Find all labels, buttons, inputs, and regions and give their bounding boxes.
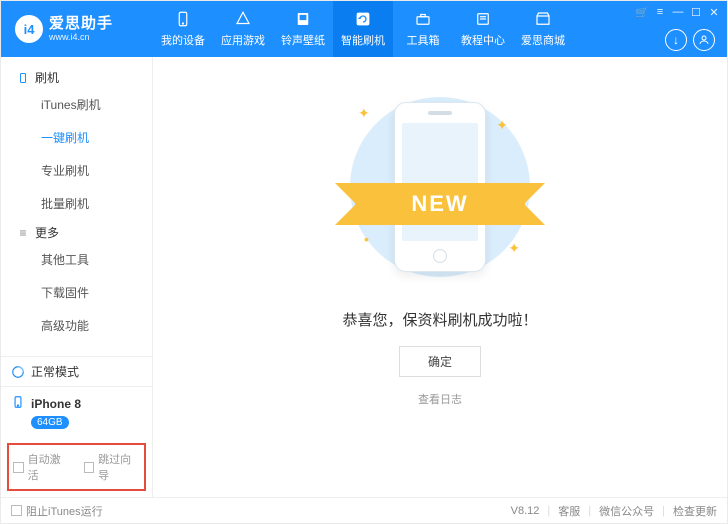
- nav-apps[interactable]: 应用游戏: [213, 1, 273, 57]
- checkbox-label: 跳过向导: [98, 451, 140, 483]
- nav-shop[interactable]: 爱思商城: [513, 1, 573, 57]
- flash-icon: [354, 10, 372, 28]
- checkbox-icon: [13, 462, 24, 473]
- brand: i4 爱思助手 www.i4.cn: [1, 1, 153, 57]
- nav-label: 铃声壁纸: [281, 32, 325, 48]
- check-update-link[interactable]: 检查更新: [673, 503, 717, 519]
- brand-url: www.i4.cn: [49, 32, 113, 42]
- sparkle-icon: ✦: [358, 105, 370, 122]
- device-mode[interactable]: 正常模式: [1, 356, 152, 386]
- footer: 阻止iTunes运行 V8.12 | 客服 | 微信公众号 | 检查更新: [1, 497, 727, 523]
- checkbox-icon: [11, 505, 22, 516]
- success-message: 恭喜您，保资料刷机成功啦！: [342, 309, 537, 330]
- nav-tutorial[interactable]: 教程中心: [453, 1, 513, 57]
- sidebar-item-download-fw[interactable]: 下载固件: [1, 276, 152, 309]
- ok-button[interactable]: 确定: [399, 346, 481, 377]
- nav-flash[interactable]: 智能刷机: [333, 1, 393, 57]
- toolbox-icon: [414, 10, 432, 28]
- nav-label: 我的设备: [161, 32, 205, 48]
- apps-icon: [234, 10, 252, 28]
- media-icon: [294, 10, 312, 28]
- nav-toolbox[interactable]: 工具箱: [393, 1, 453, 57]
- sparkle-icon: •: [364, 231, 369, 247]
- download-button[interactable]: ↓: [665, 29, 687, 51]
- main-content: ✦ ✦ ✦ • NEW 恭喜您，保资料刷机成功啦！ 确定 查看日志: [153, 57, 727, 497]
- sidebar-item-pro-flash[interactable]: 专业刷机: [1, 154, 152, 187]
- new-ribbon: NEW: [355, 183, 525, 225]
- nav-media[interactable]: 铃声壁纸: [273, 1, 333, 57]
- sparkle-icon: ✦: [508, 240, 520, 257]
- version-text: V8.12: [511, 505, 540, 517]
- sidebar: 刷机 iTunes刷机 一键刷机 专业刷机 批量刷机 ≡ 更多 其他工具 下载固…: [1, 57, 153, 497]
- doc-icon: [474, 10, 492, 28]
- nav-my-device[interactable]: 我的设备: [153, 1, 213, 57]
- nav-label: 智能刷机: [341, 32, 385, 48]
- nav-label: 爱思商城: [521, 32, 565, 48]
- sidebar-group-more: ≡ 更多: [1, 220, 152, 243]
- wechat-link[interactable]: 微信公众号: [599, 503, 654, 519]
- checkbox-label: 自动激活: [28, 451, 70, 483]
- menu-icon[interactable]: ≡: [653, 5, 667, 19]
- sidebar-item-advanced[interactable]: 高级功能: [1, 309, 152, 342]
- maximize-button[interactable]: ☐: [689, 5, 703, 19]
- support-link[interactable]: 客服: [558, 503, 580, 519]
- sidebar-item-batch-flash[interactable]: 批量刷机: [1, 187, 152, 220]
- group-title: 更多: [35, 224, 59, 241]
- minimize-button[interactable]: —: [671, 5, 685, 19]
- shop-icon: [534, 10, 552, 28]
- sidebar-item-onekey-flash[interactable]: 一键刷机: [1, 121, 152, 154]
- close-button[interactable]: ✕: [707, 5, 721, 19]
- sparkle-icon: ✦: [496, 117, 508, 134]
- storage-badge: 64GB: [31, 416, 69, 429]
- nav-label: 教程中心: [461, 32, 505, 48]
- phone-icon: [17, 72, 29, 84]
- sidebar-item-other-tools[interactable]: 其他工具: [1, 243, 152, 276]
- sidebar-group-flash: 刷机: [1, 65, 152, 88]
- auto-activate-checkbox[interactable]: 自动激活: [13, 451, 70, 483]
- view-log-link[interactable]: 查看日志: [418, 391, 462, 407]
- checkbox-label: 阻止iTunes运行: [26, 503, 103, 519]
- brand-name: 爱思助手: [49, 15, 113, 32]
- device-phone-icon: [11, 395, 25, 412]
- top-nav: 我的设备 应用游戏 铃声壁纸 智能刷机 工具箱 教程中心: [153, 1, 573, 57]
- device-name: iPhone 8: [31, 397, 81, 411]
- success-illustration: ✦ ✦ ✦ • NEW: [320, 87, 560, 287]
- activation-options-highlight: 自动激活 跳过向导: [7, 443, 146, 491]
- status-icon: [11, 365, 25, 379]
- brand-logo: i4: [15, 15, 43, 43]
- status-text: 正常模式: [31, 363, 79, 380]
- group-title: 刷机: [35, 69, 59, 86]
- cart-icon[interactable]: 🛒: [635, 5, 649, 19]
- user-button[interactable]: [693, 29, 715, 51]
- sidebar-item-itunes-flash[interactable]: iTunes刷机: [1, 88, 152, 121]
- menu-icon: ≡: [17, 227, 29, 239]
- nav-label: 应用游戏: [221, 32, 265, 48]
- skip-guide-checkbox[interactable]: 跳过向导: [84, 451, 141, 483]
- nav-label: 工具箱: [407, 32, 440, 48]
- block-itunes-checkbox[interactable]: 阻止iTunes运行: [11, 503, 103, 519]
- device-icon: [174, 10, 192, 28]
- device-info[interactable]: iPhone 8 64GB: [1, 386, 152, 439]
- checkbox-icon: [84, 462, 95, 473]
- header: i4 爱思助手 www.i4.cn 我的设备 应用游戏 铃声壁纸 智能刷机: [1, 1, 727, 57]
